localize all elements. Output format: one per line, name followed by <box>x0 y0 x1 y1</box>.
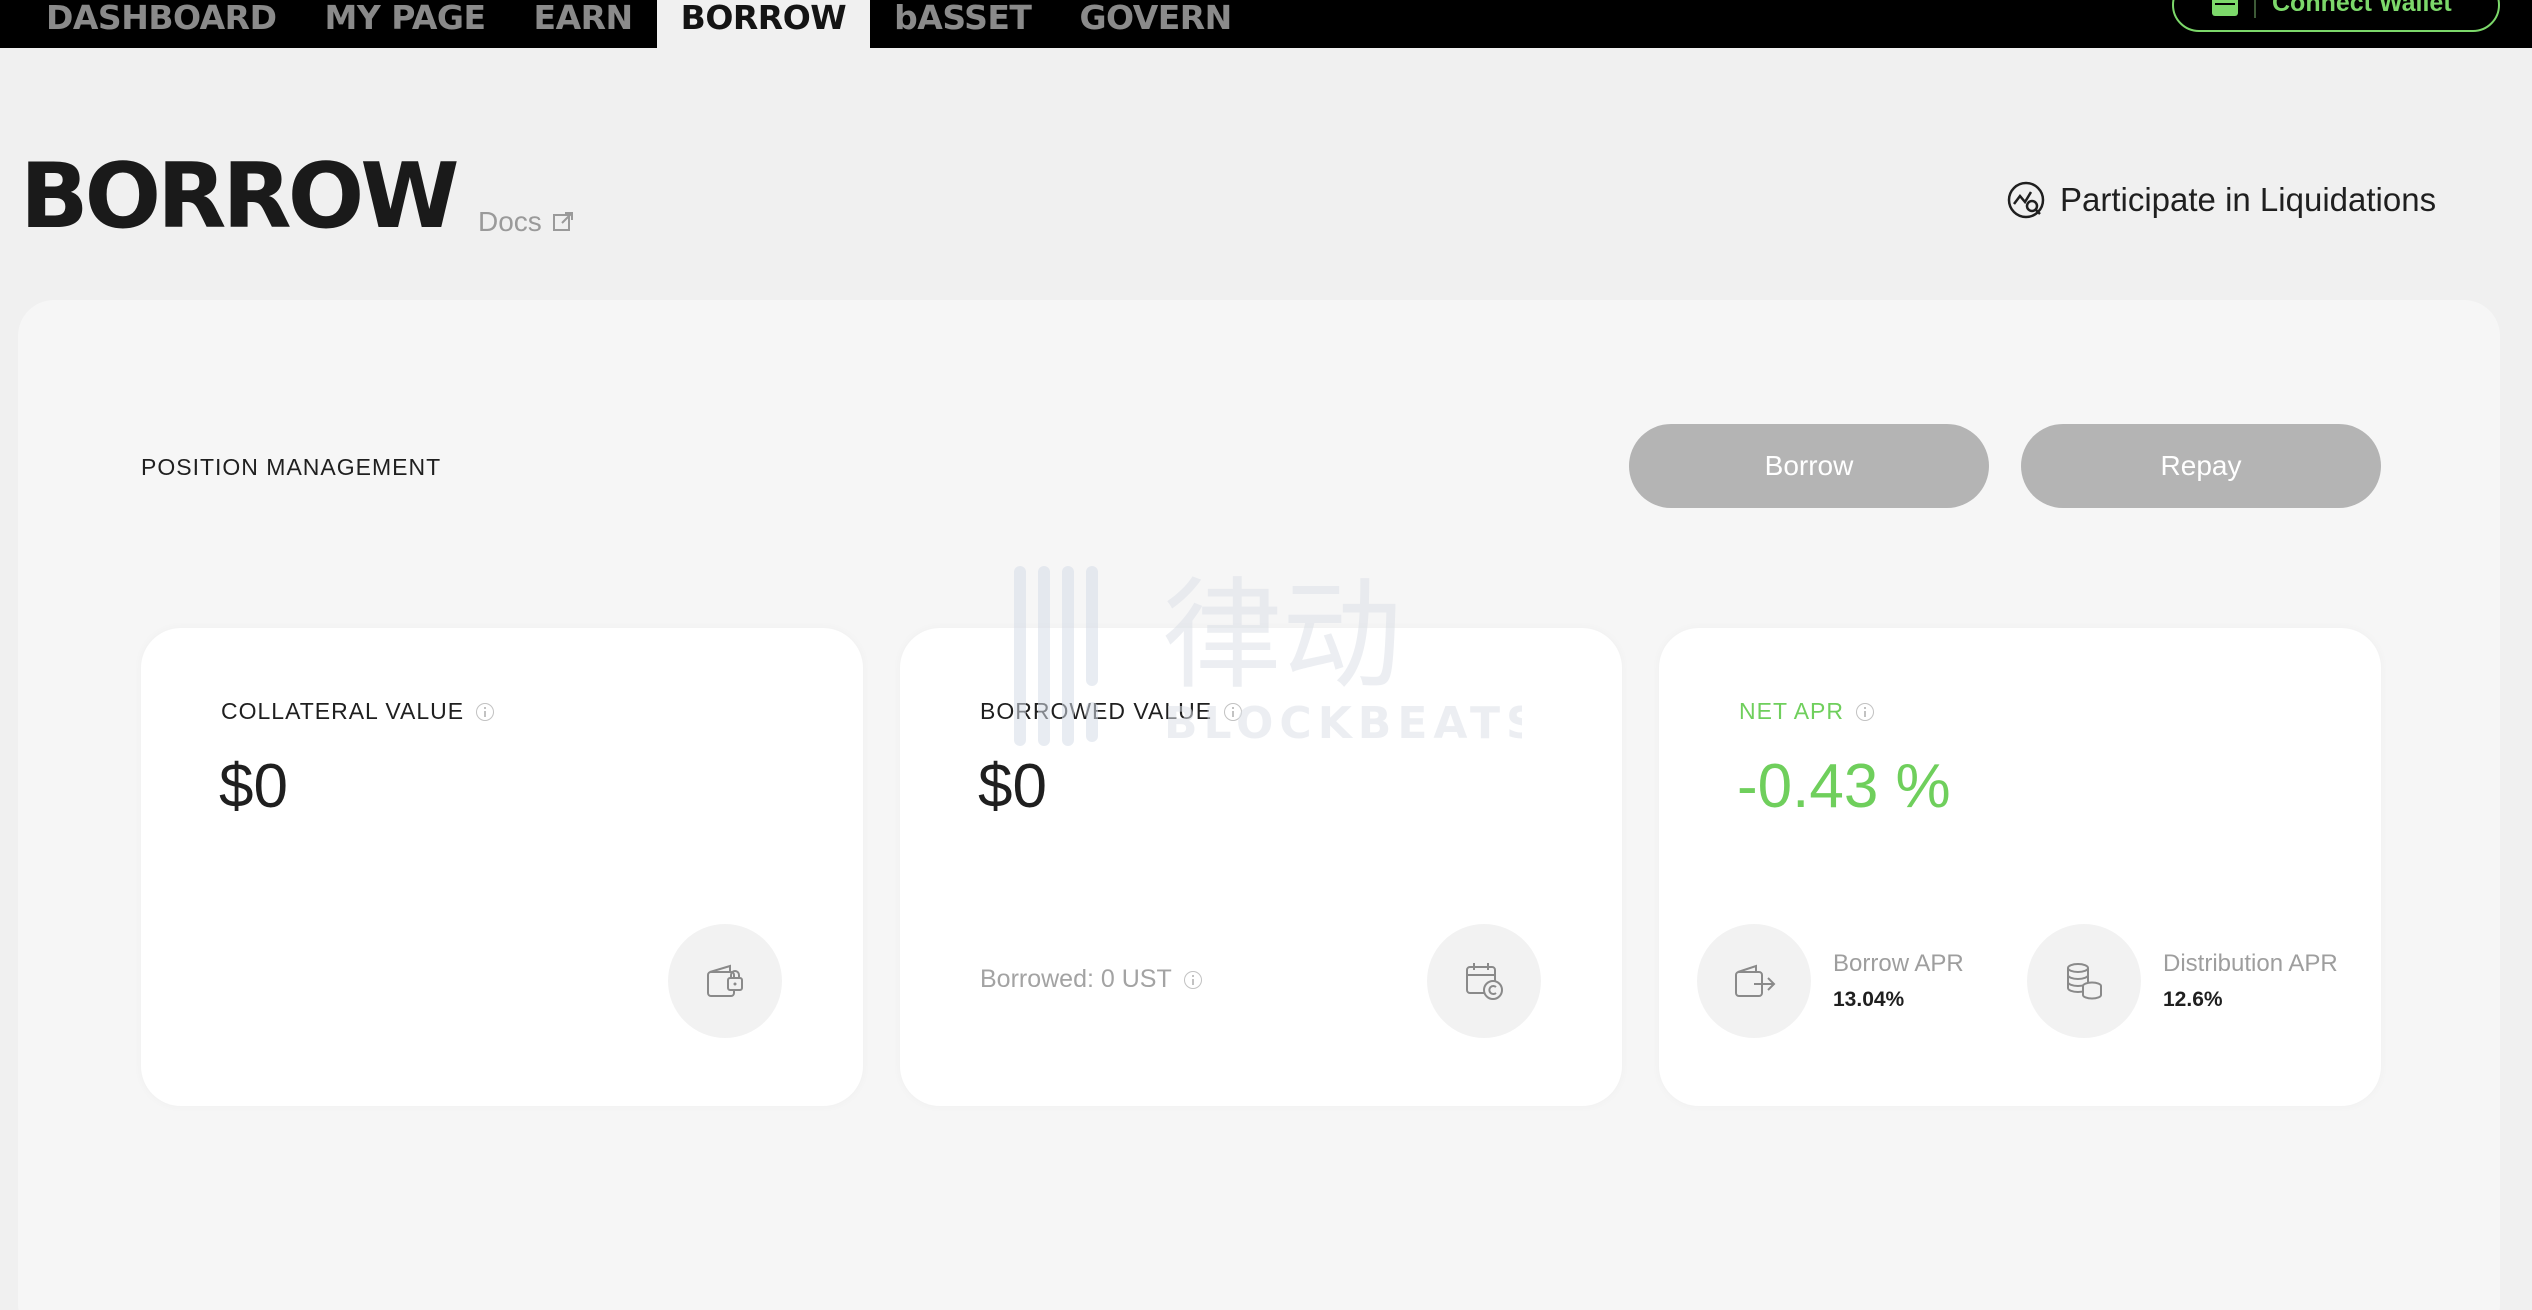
connect-wallet-button[interactable]: Connect Wallet <box>2172 0 2500 32</box>
borrowed-value: $0 <box>978 752 1047 821</box>
distribution-apr-value: 12.6% <box>2163 988 2223 1011</box>
collateral-value-label-row: COLLATERAL VALUE <box>221 698 495 725</box>
borrow-apr-label: Borrow APR <box>1833 950 1964 977</box>
wallet-icon <box>2212 0 2238 16</box>
borrow-apr-icon-badge <box>1697 924 1811 1038</box>
collateral-value: $0 <box>219 752 288 821</box>
net-apr-label-row: NET APR <box>1739 698 1874 725</box>
nav-item-my-page[interactable]: MY PAGE <box>300 0 509 48</box>
borrowed-ust-row: Borrowed: 0 UST <box>980 965 1202 994</box>
distribution-apr-icon-badge <box>2027 924 2141 1038</box>
repay-button[interactable]: Repay <box>2021 424 2381 508</box>
borrowed-value-label-row: BORROWED VALUE <box>980 698 1243 725</box>
borrow-button[interactable]: Borrow <box>1629 424 1989 508</box>
wallet-out-icon <box>1735 964 1776 997</box>
collateral-value-card: COLLATERAL VALUE $0 <box>141 628 863 1106</box>
collateral-icon-badge <box>668 924 782 1038</box>
net-apr-card: NET APR -0.43 % Borrow APR 13.04% Distri… <box>1659 628 2381 1106</box>
distribution-apr-text: Distribution APR 12.6% <box>2163 950 2338 1012</box>
borrowed-icon-badge <box>1427 924 1541 1038</box>
participate-liquidations-link[interactable]: Participate in Liquidations <box>2006 180 2436 220</box>
collateral-value-label: COLLATERAL VALUE <box>221 698 465 724</box>
borrow-apr-block: Borrow APR 13.04% <box>1697 924 1964 1038</box>
info-icon[interactable] <box>1183 970 1202 989</box>
docs-link[interactable]: Docs <box>478 206 574 238</box>
connect-wallet-label: Connect Wallet <box>2272 0 2452 17</box>
top-nav: DASHBOARD MY PAGE EARN BORROW bASSET GOV… <box>0 0 2532 48</box>
net-apr-value: -0.43 % <box>1737 752 1951 821</box>
distribution-apr-label: Distribution APR <box>2163 950 2338 977</box>
nav-item-govern[interactable]: GOVERN <box>1055 0 1255 48</box>
borrow-apr-value: 13.04% <box>1833 988 1905 1011</box>
position-management-title: POSITION MANAGEMENT <box>141 454 442 480</box>
info-icon[interactable] <box>476 702 495 721</box>
nav-item-earn[interactable]: EARN <box>510 0 657 48</box>
liquidations-label: Participate in Liquidations <box>2060 181 2437 218</box>
liquidation-chart-icon <box>2007 181 2045 219</box>
nav-item-basset[interactable]: bASSET <box>870 0 1055 48</box>
docs-label: Docs <box>478 206 542 237</box>
coin-stack-icon <box>2067 963 2102 1000</box>
borrowed-value-label: BORROWED VALUE <box>980 698 1213 724</box>
distribution-apr-block: Distribution APR 12.6% <box>2027 924 2338 1038</box>
info-icon[interactable] <box>1224 702 1243 721</box>
position-management-panel: POSITION MANAGEMENT Borrow Repay COLLATE… <box>18 300 2500 1310</box>
borrow-apr-text: Borrow APR 13.04% <box>1833 950 1964 1012</box>
info-icon[interactable] <box>1856 702 1874 721</box>
nav-item-dashboard[interactable]: DASHBOARD <box>22 0 300 48</box>
nav-items: DASHBOARD MY PAGE EARN BORROW bASSET GOV… <box>22 0 1256 48</box>
net-apr-label: NET APR <box>1739 698 1844 724</box>
borrowed-ust-text: Borrowed: 0 UST <box>980 965 1172 993</box>
calendar-coin-icon <box>1466 963 1503 1000</box>
wallet-separator <box>2254 0 2256 18</box>
external-link-icon <box>552 212 573 231</box>
wallet-lock-icon <box>707 964 743 997</box>
nav-item-borrow[interactable]: BORROW <box>656 0 871 48</box>
page-title: BORROW <box>20 144 459 249</box>
borrowed-value-card: BORROWED VALUE $0 Borrowed: 0 UST <box>900 628 1622 1106</box>
